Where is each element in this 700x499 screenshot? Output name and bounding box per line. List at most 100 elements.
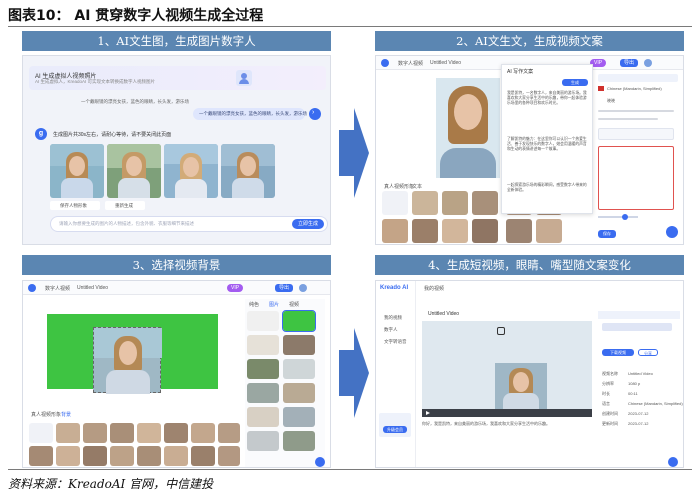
p4-nav-tts[interactable]: 文字转语音	[384, 339, 407, 345]
avatar-thumb[interactable]	[164, 446, 188, 466]
script-para-1: 我是凯特，一名数字人，来自美丽的游乐场。我喜欢和大家分享生活中的乐趣，带你一起体…	[507, 91, 587, 105]
ai-write-generate-button[interactable]: 生成	[562, 79, 588, 86]
p3-bg-tab-3[interactable]: 视频	[289, 301, 299, 308]
generated-image-2[interactable]	[107, 144, 161, 198]
bg-thumb[interactable]	[283, 383, 315, 403]
avatar-thumb[interactable]	[472, 191, 498, 215]
avatar-thumb[interactable]	[83, 446, 107, 466]
p4-upgrade-button[interactable]: 升级会员	[383, 426, 407, 433]
avatar-thumb[interactable]	[137, 423, 161, 443]
avatar-thumb[interactable]	[442, 219, 468, 243]
p2-tab-avatar[interactable]: 真人视频形象	[384, 183, 414, 190]
avatar-thumb[interactable]	[29, 423, 53, 443]
avatar-thumb[interactable]	[191, 423, 215, 443]
bg-thumb-green[interactable]	[282, 310, 316, 332]
bg-thumb[interactable]	[283, 431, 315, 451]
p4-info-panel: 下载视频 分享 视频名称 Untitled Video 分辨率 1080 p 时…	[598, 311, 683, 461]
chat-icon[interactable]	[668, 457, 678, 467]
avatar-thumb[interactable]	[218, 446, 240, 466]
p2-save-button[interactable]: 保存	[598, 230, 616, 238]
p4-download-button[interactable]: 下载视频	[602, 349, 634, 356]
p4-nav-avatar[interactable]: 数字人	[384, 327, 398, 333]
p4-video-player[interactable]	[422, 321, 592, 417]
avatar-thumb[interactable]	[382, 191, 408, 215]
p4-breadcrumb[interactable]: 我的视频	[424, 285, 444, 292]
avatar-thumb[interactable]	[191, 446, 215, 466]
bg-thumb[interactable]	[283, 335, 315, 355]
user-avatar[interactable]	[644, 59, 652, 67]
p3-avatar-frame[interactable]	[93, 327, 162, 394]
bg-thumb[interactable]	[283, 359, 315, 379]
logo-icon	[28, 284, 36, 292]
bg-thumb[interactable]	[283, 407, 315, 427]
avatar-thumb[interactable]	[218, 423, 240, 443]
avatar-thumb[interactable]	[56, 446, 80, 466]
p2-video-label: Untitled Video	[430, 60, 462, 66]
bg-thumb[interactable]	[247, 431, 279, 451]
bg-thumb[interactable]	[247, 359, 279, 379]
chat-icon[interactable]	[315, 457, 325, 467]
info-label-name: 视频名称	[602, 371, 618, 376]
p2-text-area[interactable]	[598, 146, 674, 210]
p3-bg-tab-1[interactable]: 纯色	[249, 301, 259, 308]
regenerate-button[interactable]: 重新生成	[105, 201, 145, 210]
generated-image-1[interactable]	[50, 144, 104, 198]
p2-voice[interactable]: 晓晓	[607, 98, 615, 104]
play-icon[interactable]	[497, 327, 505, 335]
arrow-right-icon	[339, 108, 369, 198]
p1-banner: AI 生成虚拟人视频照片 AI 生成虚拟人，KreadoAI 可实现文本转换成数…	[29, 66, 326, 90]
p4-nav-videos[interactable]: 我的视频	[384, 315, 402, 321]
prompt-input[interactable]: 请输入你想要生成的图片的人物描述，包含外貌、衣服等细节来描述 立即生成	[50, 216, 328, 232]
generated-image-4[interactable]	[221, 144, 275, 198]
p1-result-text: 生成图片共30s左右，请耐心等待，请不要关闭此页面	[53, 132, 172, 138]
generated-image-3[interactable]	[164, 144, 218, 198]
avatar-thumb[interactable]	[412, 191, 438, 215]
p3-tab-avatar[interactable]: 真人视频形象	[31, 411, 61, 418]
avatar-thumb[interactable]	[164, 423, 188, 443]
avatar-thumb[interactable]	[382, 219, 408, 243]
panel2-screenshot: 数字人视频 Untitled Video VIP 导出 真人视频形象 文本 AI…	[375, 55, 684, 245]
avatar-thumb[interactable]	[137, 446, 161, 466]
avatar-thumb[interactable]	[536, 219, 562, 243]
avatar-thumb[interactable]	[83, 423, 107, 443]
bg-thumb[interactable]	[247, 335, 279, 355]
avatar-thumb[interactable]	[29, 446, 53, 466]
p2-language[interactable]: Chinese (Mandarin, Simplified)	[607, 86, 662, 91]
bg-thumb[interactable]	[247, 311, 279, 331]
p4-script-excerpt: 你好，我是凯特，来自美丽的游乐场，我喜欢和大家分享生活中的乐趣。	[422, 421, 550, 426]
p4-share-button[interactable]: 分享	[638, 349, 658, 356]
slider-handle[interactable]	[622, 214, 628, 220]
avatar-thumb[interactable]	[506, 219, 532, 243]
avatar-thumb[interactable]	[472, 219, 498, 243]
user-avatar: ›	[309, 108, 321, 120]
p2-export-button[interactable]: 导出	[620, 59, 638, 67]
info-label-resolution: 分辨率	[602, 381, 614, 386]
bg-thumb[interactable]	[247, 407, 279, 427]
chat-icon[interactable]	[666, 226, 678, 238]
ai-writing-title: AI 写作文案	[507, 69, 534, 75]
top-rule	[8, 26, 692, 27]
avatar-thumb[interactable]	[110, 423, 134, 443]
avatar-thumb[interactable]	[56, 423, 80, 443]
p3-tab-bg[interactable]: 背景	[61, 411, 71, 418]
generate-button[interactable]: 立即生成	[292, 219, 324, 229]
p4-progress-bar	[602, 323, 672, 331]
panel2-heading: 2、AI文生文，生成视频文案	[375, 31, 684, 51]
ai-avatar-icon: g	[35, 128, 47, 140]
bg-thumb[interactable]	[247, 383, 279, 403]
avatar-thumb[interactable]	[442, 191, 468, 215]
info-label-language: 语言	[602, 401, 610, 406]
p2-tab-text[interactable]: 文本	[412, 183, 422, 190]
p3-bg-tab-2[interactable]: 图片	[269, 301, 279, 308]
user-avatar[interactable]	[299, 284, 307, 292]
play-button-icon[interactable]	[426, 411, 430, 415]
video-controls[interactable]	[422, 409, 592, 417]
p3-export-button[interactable]: 导出	[275, 284, 293, 292]
avatar-thumb[interactable]	[110, 446, 134, 466]
avatar-thumb[interactable]	[412, 219, 438, 243]
p2-project-title: 数字人视频	[398, 61, 424, 67]
bottom-rule	[8, 469, 692, 470]
panel3-screenshot: 数字人视频 Untitled Video VIP 导出 真人视频形象 背景 纯色	[22, 280, 331, 468]
p2-select[interactable]	[598, 128, 674, 140]
save-avatar-button[interactable]: 保存人物形象	[50, 201, 100, 210]
